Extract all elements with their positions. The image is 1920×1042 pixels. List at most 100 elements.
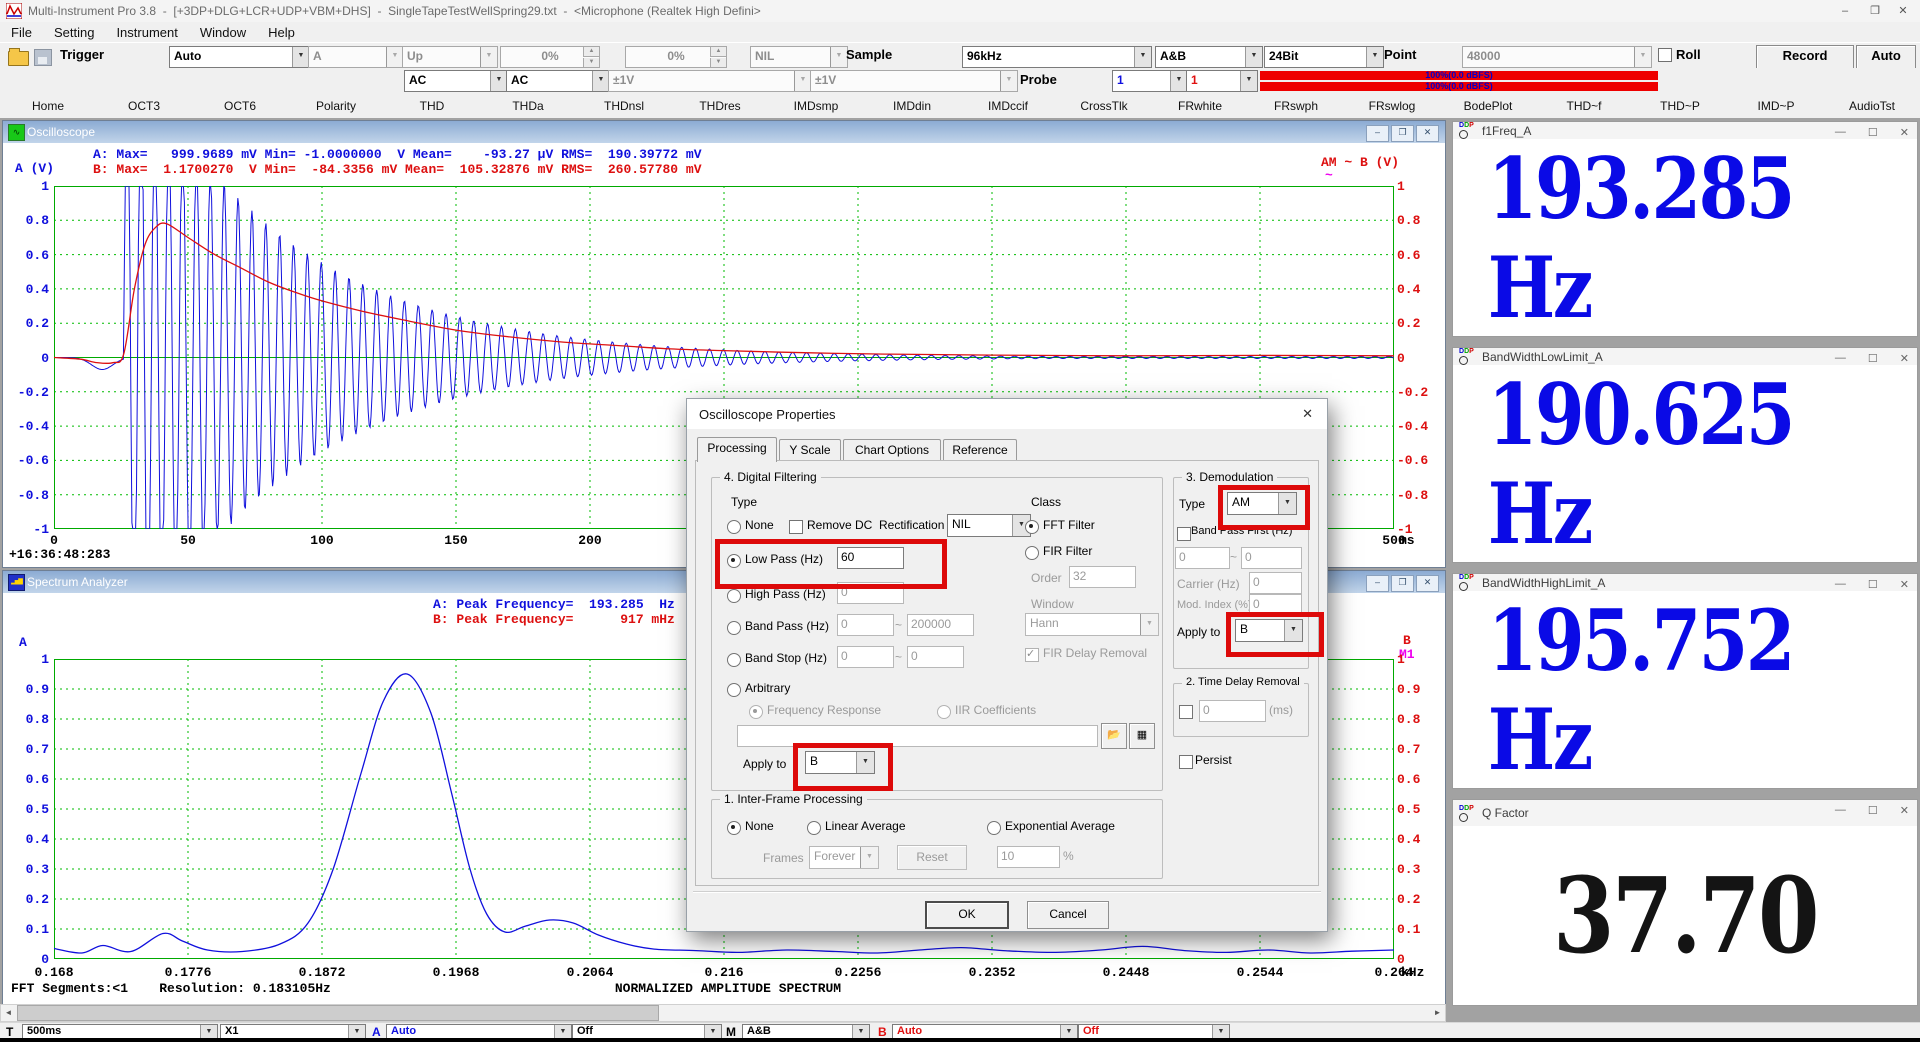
df-none-radio[interactable] — [727, 520, 741, 534]
tab-oct6[interactable]: OCT6 — [192, 96, 288, 118]
high-pass-radio[interactable] — [727, 589, 741, 603]
tab-frswlog[interactable]: FRswlog — [1344, 96, 1440, 118]
tab-polarity[interactable]: Polarity — [288, 96, 384, 118]
low-pass-input[interactable]: 60 — [837, 547, 904, 569]
if-none-radio[interactable] — [727, 821, 741, 835]
trigger-hpf-select[interactable]: NIL▼ — [750, 46, 848, 68]
tab-imdccif[interactable]: IMDccif — [960, 96, 1056, 118]
trigger-delay-spinner[interactable]: 0%▲▼ — [625, 46, 727, 68]
close-button[interactable]: ✕ — [1890, 2, 1916, 20]
menu-setting[interactable]: Setting — [43, 25, 105, 40]
cancel-button[interactable]: Cancel — [1027, 901, 1109, 929]
bit-depth-select[interactable]: 24Bit▼ — [1264, 46, 1384, 68]
coupling-a-select[interactable]: AC▼ — [404, 70, 508, 92]
open-file-icon[interactable] — [8, 51, 29, 66]
save-file-icon[interactable] — [34, 49, 52, 66]
menu-window[interactable]: Window — [189, 25, 257, 40]
time-delay-checkbox[interactable] — [1179, 705, 1193, 719]
maximize-button[interactable]: ☐ — [1868, 578, 1878, 591]
minimize-button[interactable]: – — [1832, 2, 1858, 20]
demod-type-select[interactable]: AM▼ — [1227, 492, 1297, 515]
fft-filter-radio[interactable] — [1025, 520, 1039, 534]
oscilloscope-titlebar[interactable]: ∿ Oscilloscope – ❐ ✕ — [3, 121, 1445, 143]
tab-thdres[interactable]: THDres — [672, 96, 768, 118]
scroll-right-icon[interactable]: ► — [1430, 1006, 1445, 1019]
tab-frswph[interactable]: FRswph — [1248, 96, 1344, 118]
maximize-button[interactable]: ❐ — [1862, 2, 1888, 20]
band-stop-radio[interactable] — [727, 653, 741, 667]
maximize-button[interactable]: ☐ — [1868, 126, 1878, 139]
range-b-select[interactable]: ±1V▼ — [810, 70, 1018, 92]
trigger-slope-select[interactable]: Up▼ — [402, 46, 498, 68]
band-pass-first-checkbox[interactable] — [1177, 527, 1191, 541]
minimize-button[interactable]: — — [1835, 352, 1846, 365]
sampling-rate-select[interactable]: 96kHz▼ — [962, 46, 1152, 68]
df-apply-to-select[interactable]: B▼ — [805, 751, 875, 774]
tab-imddin[interactable]: IMDdin — [864, 96, 960, 118]
probe-b-select[interactable]: 1▼ — [1186, 70, 1258, 92]
close-button[interactable]: ✕ — [1900, 804, 1909, 817]
tab-bodeplot[interactable]: BodePlot — [1440, 96, 1536, 118]
minimize-button[interactable]: — — [1835, 804, 1846, 817]
tab-oct3[interactable]: OCT3 — [96, 96, 192, 118]
close-button[interactable]: ✕ — [1416, 575, 1439, 592]
record-button[interactable]: Record — [1756, 45, 1854, 69]
minimize-button[interactable]: — — [1835, 578, 1846, 591]
remove-dc-checkbox[interactable] — [789, 520, 803, 534]
trigger-mode-select[interactable]: Auto▼ — [169, 46, 310, 68]
arbitrary-radio[interactable] — [727, 683, 741, 697]
coupling-b-select[interactable]: AC▼ — [506, 70, 610, 92]
maximize-button[interactable]: ☐ — [1868, 804, 1878, 817]
dialog-titlebar[interactable]: Oscilloscope Properties ✕ — [687, 399, 1327, 429]
trigger-level-spinner[interactable]: 0%▲▼ — [500, 46, 600, 68]
scroll-left-icon[interactable]: ◄ — [1, 1006, 16, 1019]
persist-checkbox[interactable] — [1179, 755, 1193, 769]
meter-titlebar[interactable]: DDPf1Freq_A—☐✕ — [1453, 122, 1917, 139]
range-a-select[interactable]: ±1V▼ — [608, 70, 812, 92]
browse-file-button[interactable]: 📂 — [1101, 723, 1127, 749]
demod-apply-to-select[interactable]: B▼ — [1235, 619, 1303, 642]
tab-frwhite[interactable]: FRwhite — [1152, 96, 1248, 118]
tab-thd[interactable]: THD — [384, 96, 480, 118]
probe-a-select[interactable]: 1▼ — [1112, 70, 1188, 92]
record-length-select[interactable]: 48000▼ — [1462, 46, 1652, 68]
linear-average-radio[interactable] — [807, 821, 821, 835]
low-pass-radio[interactable] — [727, 554, 741, 568]
tab-chart-options[interactable]: Chart Options — [843, 439, 941, 461]
meter-titlebar[interactable]: DDPBandWidthLowLimit_A—☐✕ — [1453, 348, 1917, 365]
minimize-button[interactable]: — — [1835, 126, 1846, 139]
exponential-average-radio[interactable] — [987, 821, 1001, 835]
meter-titlebar[interactable]: DDPBandWidthHighLimit_A—☐✕ — [1453, 574, 1917, 591]
band-pass-radio[interactable] — [727, 621, 741, 635]
restore-button[interactable]: ❐ — [1391, 125, 1414, 142]
edit-table-button[interactable]: ▦ — [1129, 723, 1155, 749]
tab-audiotst[interactable]: AudioTst — [1824, 96, 1920, 118]
rectification-select[interactable]: NIL▼ — [947, 514, 1031, 537]
menu-instrument[interactable]: Instrument — [105, 25, 188, 40]
trigger-source-select[interactable]: A▼ — [308, 46, 404, 68]
minimize-button[interactable]: – — [1366, 575, 1389, 592]
dialog-close-icon[interactable]: ✕ — [1302, 406, 1313, 422]
roll-checkbox[interactable] — [1658, 48, 1672, 62]
tab-thd~f[interactable]: THD~f — [1536, 96, 1632, 118]
horizontal-scrollbar[interactable]: ◄ ► — [0, 1004, 1446, 1022]
tab-thd~p[interactable]: THD~P — [1632, 96, 1728, 118]
tab-crosstlk[interactable]: CrossTlk — [1056, 96, 1152, 118]
tab-y-scale[interactable]: Y Scale — [779, 439, 841, 461]
maximize-button[interactable]: ☐ — [1868, 352, 1878, 365]
auto-button[interactable]: Auto — [1856, 45, 1916, 69]
tab-thda[interactable]: THDa — [480, 96, 576, 118]
meter-titlebar[interactable]: DDPQ Factor—☐✕ — [1453, 800, 1917, 826]
scrollbar-thumb[interactable] — [17, 1005, 659, 1021]
minimize-button[interactable]: – — [1366, 125, 1389, 142]
fir-filter-radio[interactable] — [1025, 546, 1039, 560]
tab-imdsmp[interactable]: IMDsmp — [768, 96, 864, 118]
tab-imd~p[interactable]: IMD~P — [1728, 96, 1824, 118]
ok-button[interactable]: OK — [925, 901, 1009, 929]
title-bar[interactable]: Multi-Instrument Pro 3.8 - [+3DP+DLG+LCR… — [0, 0, 1920, 23]
tab-reference[interactable]: Reference — [943, 439, 1017, 461]
tab-thdnsl[interactable]: THDnsl — [576, 96, 672, 118]
tab-home[interactable]: Home — [0, 96, 96, 118]
close-button[interactable]: ✕ — [1900, 352, 1909, 365]
menu-help[interactable]: Help — [257, 25, 306, 40]
